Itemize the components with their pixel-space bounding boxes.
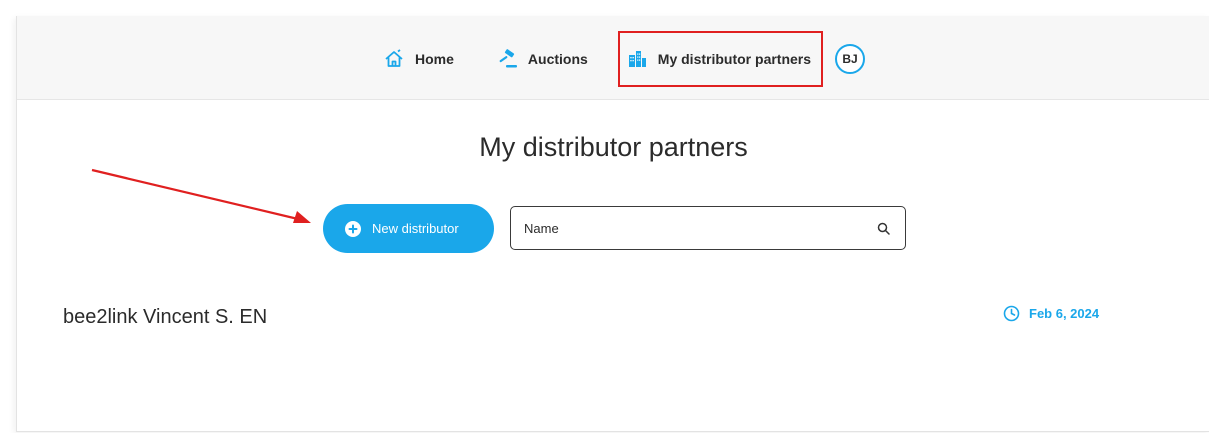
nav-home-label: Home bbox=[415, 51, 454, 67]
nav-item-auctions[interactable]: Auctions bbox=[496, 42, 588, 76]
main-nav: Home Auctions My distributor partners BJ bbox=[367, 31, 866, 87]
search-input[interactable] bbox=[524, 220, 875, 236]
nav-partners-label: My distributor partners bbox=[657, 51, 812, 67]
partner-date: Feb 6, 2024 bbox=[1003, 305, 1099, 322]
nav-item-home[interactable]: Home bbox=[383, 42, 454, 76]
new-distributor-button[interactable]: New distributor bbox=[323, 204, 494, 253]
new-distributor-label: New distributor bbox=[372, 221, 459, 236]
search-field bbox=[510, 206, 906, 250]
screenshot-frame: Home Auctions My distributor partners BJ… bbox=[0, 0, 1209, 433]
nav-auctions-label: Auctions bbox=[527, 51, 588, 67]
app-window: Home Auctions My distributor partners BJ… bbox=[16, 16, 1209, 432]
partner-name[interactable]: bee2link Vincent S. EN bbox=[63, 306, 267, 329]
gavel-icon bbox=[496, 48, 518, 70]
page-title: My distributor partners bbox=[479, 132, 748, 162]
home-icon bbox=[383, 48, 405, 70]
clock-icon bbox=[1003, 305, 1020, 322]
plus-circle-icon bbox=[345, 220, 361, 237]
user-avatar[interactable]: BJ bbox=[835, 44, 866, 74]
top-navigation-bar: Home Auctions My distributor partners BJ bbox=[17, 16, 1209, 100]
search-icon[interactable] bbox=[875, 220, 891, 236]
nav-item-distributor-partners[interactable]: My distributor partners bbox=[617, 31, 824, 87]
buildings-icon bbox=[626, 48, 648, 70]
partner-date-value: Feb 6, 2024 bbox=[1029, 306, 1100, 321]
